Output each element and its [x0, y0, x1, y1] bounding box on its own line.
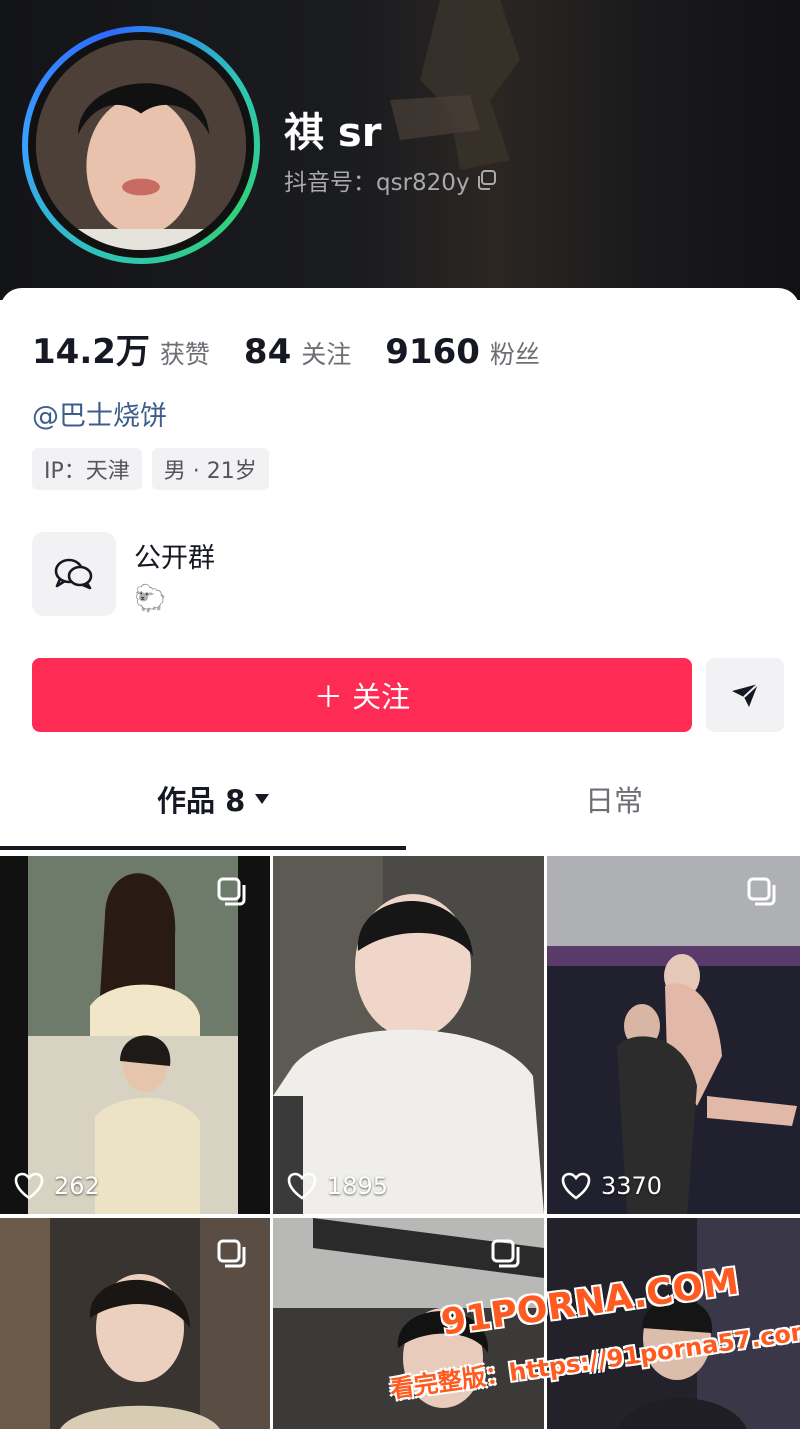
tab-works[interactable]: 作品 8	[157, 778, 271, 820]
follow-button[interactable]: ＋ 关注	[32, 658, 692, 732]
post-like-count: 1895	[287, 1172, 388, 1200]
profile-header: 祺 sr 抖音号：qsr820y	[0, 0, 800, 300]
copy-icon[interactable]	[476, 169, 498, 191]
stat-likes-label: 获赞	[159, 340, 210, 369]
heart-icon	[14, 1172, 44, 1200]
post-thumbnail[interactable]: 3370	[547, 856, 800, 1214]
gender-age-tag: 男 · 21岁	[151, 448, 269, 490]
profile-name: 祺 sr	[284, 110, 382, 156]
stat-likes-count: 14.2万	[32, 332, 150, 372]
post-like-count: 262	[14, 1172, 100, 1200]
stat-following-count: 84	[243, 332, 292, 372]
stat-followers-count: 9160	[385, 332, 480, 372]
tab-works-label: 作品 8	[157, 784, 246, 818]
caret-down-icon	[255, 794, 270, 804]
heart-icon	[287, 1172, 317, 1200]
post-like-number: 3370	[601, 1172, 663, 1200]
stat-followers-label: 粉丝	[489, 340, 540, 369]
content-tabs: 作品 8 日常	[0, 778, 800, 848]
avatar-face-illustration	[36, 40, 246, 250]
group-chat-icon	[54, 558, 93, 590]
stat-likes[interactable]: 14.2万 获赞	[32, 324, 210, 373]
post-image	[547, 856, 800, 1214]
post-thumbnail[interactable]: 262	[0, 856, 270, 1214]
group-chat-button[interactable]	[32, 532, 116, 616]
share-button[interactable]	[706, 658, 784, 732]
multi-image-icon	[217, 1239, 246, 1268]
multi-image-icon	[747, 877, 776, 906]
douyin-id: 抖音号：qsr820y	[284, 163, 498, 197]
post-thumbnail[interactable]: 1895	[273, 856, 544, 1214]
multi-image-icon	[491, 1239, 520, 1268]
heart-icon	[561, 1172, 591, 1200]
tab-daily[interactable]: 日常	[585, 778, 643, 820]
profile-tags: IP：天津 男 · 21岁	[32, 448, 269, 490]
stat-following-label: 关注	[301, 340, 352, 369]
sheep-emoji: 🐑	[134, 584, 167, 614]
stat-following[interactable]: 84 关注	[244, 332, 351, 372]
post-like-number: 1895	[327, 1172, 389, 1200]
group-chat-title[interactable]: 公开群	[134, 536, 215, 575]
post-image	[0, 856, 270, 1214]
avatar[interactable]	[22, 26, 260, 264]
post-like-number: 262	[54, 1172, 100, 1200]
post-like-count: 3370	[561, 1172, 662, 1200]
douyin-id-text: 抖音号：qsr820y	[284, 170, 470, 196]
bio-mention-link[interactable]: @巴士烧饼	[32, 394, 167, 433]
stat-followers[interactable]: 9160 粉丝	[385, 332, 540, 372]
send-icon	[732, 683, 759, 707]
active-tab-indicator	[0, 846, 406, 850]
post-image	[273, 856, 544, 1214]
post-thumbnail[interactable]	[0, 1218, 270, 1429]
ip-tag: IP：天津	[32, 448, 142, 490]
multi-image-icon	[217, 877, 246, 906]
stats-row: 14.2万 获赞 84 关注 9160 粉丝	[32, 324, 540, 373]
